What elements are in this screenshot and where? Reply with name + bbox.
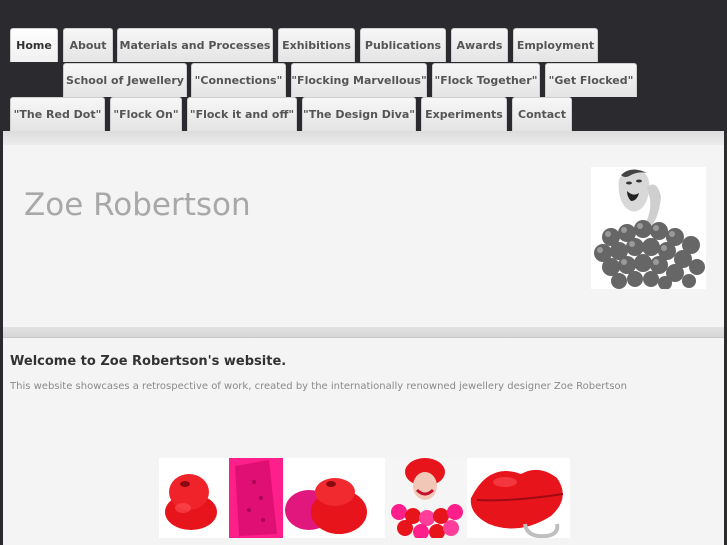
nav-tab-employment[interactable]: Employment [513, 28, 598, 62]
nav-tab-home[interactable]: Home [10, 28, 58, 62]
collage-pink-tower [229, 458, 283, 538]
nav-tab-about[interactable]: About [63, 28, 113, 62]
header-band [3, 131, 724, 145]
nav-tab-experiments[interactable]: Experiments [421, 97, 507, 131]
nav-tab-flock-together[interactable]: "Flock Together" [432, 63, 540, 97]
nav-tab-get-flocked[interactable]: "Get Flocked" [545, 63, 637, 97]
nav-tab-flock-on[interactable]: "Flock On" [110, 97, 182, 131]
nav-tab-flocking-marvellous[interactable]: "Flocking Marvellous" [291, 63, 427, 97]
nav-tab-the-red-dot[interactable]: "The Red Dot" [10, 97, 105, 131]
site-title: Zoe Robertson [24, 187, 251, 223]
header-portrait-image [591, 167, 706, 289]
jewellery-collage-image [159, 458, 570, 538]
content-separator [3, 327, 724, 338]
nav-tab-materials-and-processes[interactable]: Materials and Processes [117, 28, 273, 62]
page-content: Zoe Robertson Welcome to Zoe Robertson's… [3, 131, 724, 545]
intro-text: This website showcases a retrospective o… [10, 381, 628, 392]
nav-tab-connections[interactable]: "Connections" [191, 63, 286, 97]
collage-woman-necklace [385, 458, 467, 538]
nav-tab-publications[interactable]: Publications [360, 28, 446, 62]
nav-tab-the-design-diva[interactable]: "The Design Diva" [302, 97, 416, 131]
nav-tab-awards[interactable]: Awards [451, 28, 508, 62]
nav-tab-contact[interactable]: Contact [512, 97, 572, 131]
welcome-heading: Welcome to Zoe Robertson's website. [10, 354, 287, 369]
nav-tab-school-of-jewellery[interactable]: School of Jewellery [63, 63, 187, 97]
nav-tab-exhibitions[interactable]: Exhibitions [278, 28, 355, 62]
nav-tab-flock-it-and-off[interactable]: "Flock it and off" [187, 97, 297, 131]
